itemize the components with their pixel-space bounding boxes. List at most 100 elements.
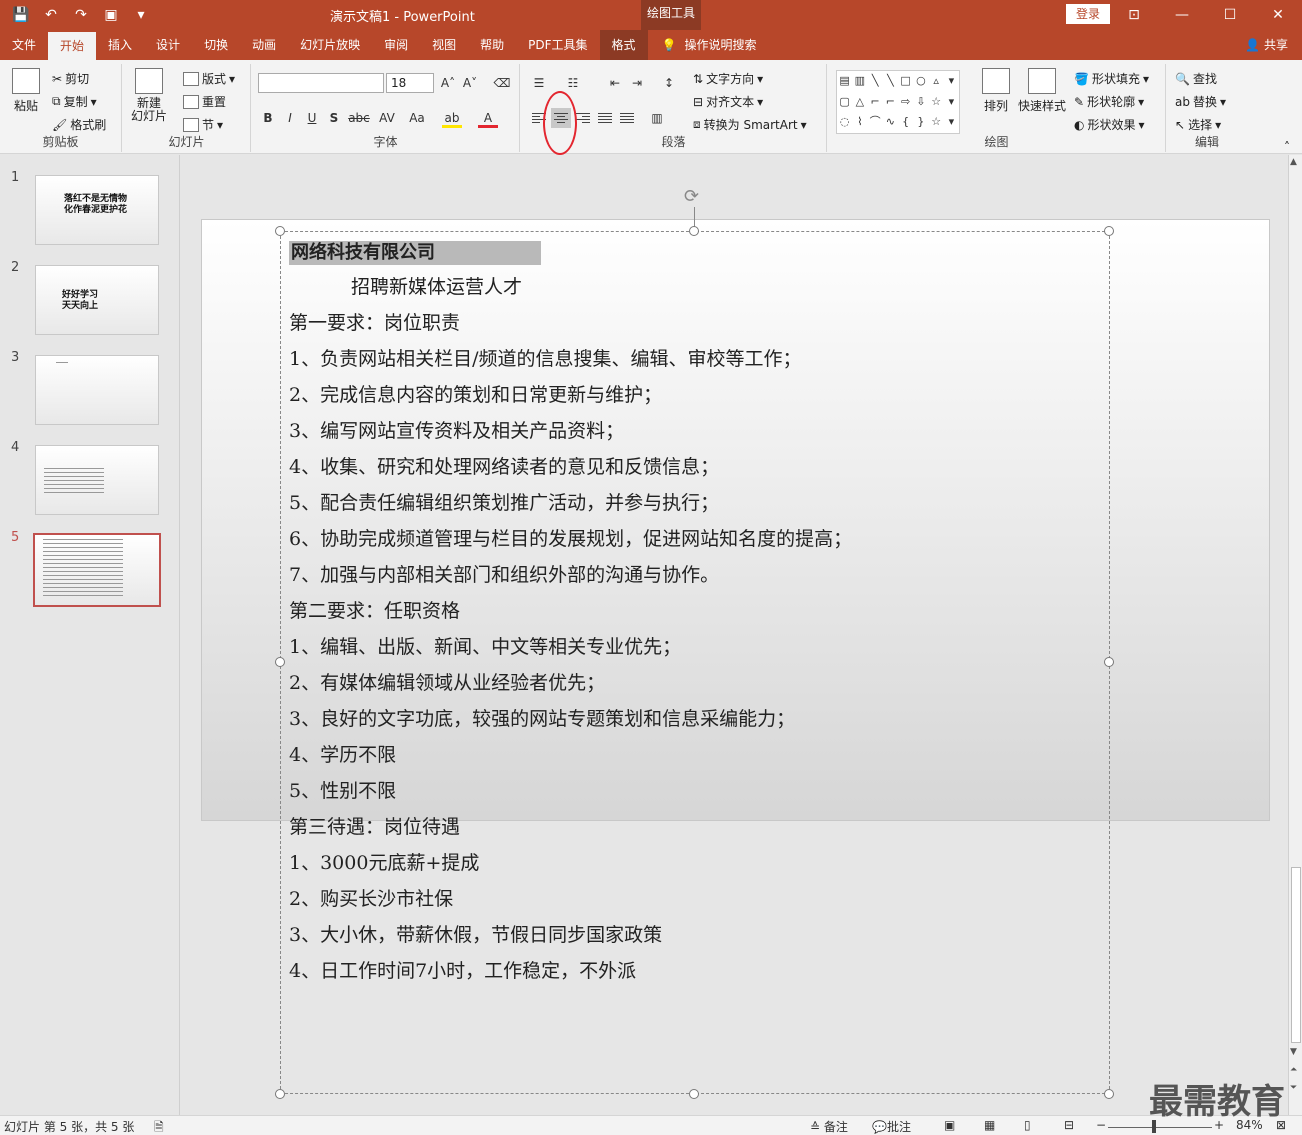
- numbering-icon[interactable]: ☷: [563, 73, 583, 93]
- shapes-gallery[interactable]: ▤ ▥ ╲ ╲ □ ○ ▵ ▾ ▢ △ ⌐ ⌐ ⇨ ⇩ ☆ ▾ ◌ ⌇ ⌒ ∿{} ☆ ▾: [836, 70, 960, 134]
- format-painter-button[interactable]: 🖌 格式刷: [52, 116, 106, 133]
- text-direction-button[interactable]: ⇅ 文字方向 ▾: [693, 70, 763, 87]
- font-name-combo[interactable]: [258, 73, 384, 93]
- tab-view[interactable]: 视图: [420, 30, 468, 60]
- vertical-scrollbar[interactable]: ▲ ▼ ⏶ ⏷: [1288, 155, 1302, 1115]
- login-button[interactable]: 登录: [1066, 4, 1110, 24]
- resize-handle[interactable]: [275, 1089, 285, 1099]
- section-button[interactable]: 节 ▾: [183, 116, 223, 133]
- scroll-down-icon[interactable]: ▼: [1290, 1047, 1297, 1057]
- slide-thumbnail-1[interactable]: 落红不是无情物 化作春泥更护花: [35, 175, 159, 245]
- tab-slideshow[interactable]: 幻灯片放映: [288, 30, 372, 60]
- ribbon-display-options-icon[interactable]: ⊡: [1110, 0, 1158, 30]
- underline-button[interactable]: U: [302, 108, 322, 128]
- thumb-number: 4: [11, 440, 20, 455]
- tab-pdf-tools[interactable]: PDF工具集: [516, 30, 599, 60]
- normal-view-icon[interactable]: ▣: [944, 1118, 955, 1132]
- close-icon[interactable]: ✕: [1254, 0, 1302, 30]
- share-button[interactable]: 👤 共享: [1245, 30, 1288, 60]
- text-box-content[interactable]: 网络科技有限公司 招聘新媒体运营人才 第一要求：岗位职责 1、负责网站相关栏目/…: [289, 235, 852, 989]
- cut-button[interactable]: ✂ 剪切: [52, 70, 89, 87]
- tab-animations[interactable]: 动画: [240, 30, 288, 60]
- line-spacing-icon[interactable]: ↕: [659, 73, 679, 93]
- shape-fill-button[interactable]: 🪣 形状填充 ▾: [1074, 70, 1149, 87]
- slide-thumbnail-3[interactable]: [35, 355, 159, 425]
- tab-help[interactable]: 帮助: [468, 30, 516, 60]
- font-color-icon[interactable]: A: [478, 108, 498, 128]
- bold-button[interactable]: B: [258, 108, 278, 128]
- quick-styles-button[interactable]: 快速样式: [1018, 68, 1066, 114]
- tab-format[interactable]: 格式: [599, 30, 648, 60]
- select-button[interactable]: ↖ 选择 ▾: [1175, 116, 1221, 133]
- reset-button[interactable]: 重置: [183, 93, 226, 110]
- collapse-ribbon-icon[interactable]: ˄: [1284, 140, 1290, 154]
- columns-icon[interactable]: ▥: [647, 108, 667, 128]
- rotate-handle-icon[interactable]: ⟳: [684, 186, 699, 207]
- tab-transitions[interactable]: 切换: [192, 30, 240, 60]
- zoom-slider[interactable]: [1108, 1127, 1212, 1128]
- new-slide-button[interactable]: 新建 幻灯片: [131, 68, 167, 123]
- slide-thumbnail-4[interactable]: [35, 445, 159, 515]
- resize-handle[interactable]: [1104, 226, 1114, 236]
- tell-me-search[interactable]: 💡 操作说明搜索: [662, 30, 757, 60]
- reading-view-icon[interactable]: ▯: [1024, 1118, 1031, 1132]
- resize-handle[interactable]: [275, 657, 285, 667]
- shadow-button[interactable]: S: [324, 108, 344, 128]
- body-line: 2、有媒体编辑领域从业经验者优先；: [289, 672, 606, 694]
- previous-slide-icon[interactable]: ⏶: [1290, 1065, 1297, 1075]
- character-spacing-button[interactable]: AV: [374, 108, 400, 128]
- shape-outline-button[interactable]: ✎ 形状轮廓 ▾: [1074, 93, 1144, 110]
- slide-sorter-icon[interactable]: ▦: [984, 1118, 995, 1132]
- arrange-button[interactable]: 排列: [982, 68, 1010, 114]
- scroll-up-icon[interactable]: ▲: [1290, 157, 1297, 167]
- change-case-button[interactable]: Aa: [404, 108, 430, 128]
- copy-button[interactable]: ⧉ 复制 ▾: [52, 93, 97, 110]
- highlight-color-icon[interactable]: ab: [442, 108, 462, 128]
- slideshow-view-icon[interactable]: ⊟: [1064, 1118, 1074, 1132]
- redo-icon[interactable]: ↷: [68, 3, 94, 27]
- find-button[interactable]: 🔍 查找: [1175, 70, 1217, 87]
- save-icon[interactable]: 💾: [8, 3, 34, 27]
- italic-button[interactable]: I: [280, 108, 300, 128]
- replace-button[interactable]: ab 替换 ▾: [1175, 93, 1226, 110]
- strikethrough-button[interactable]: abc: [346, 108, 372, 128]
- arrange-icon: [982, 68, 1010, 94]
- undo-icon[interactable]: ↶: [38, 3, 64, 27]
- slide-thumbnail-2[interactable]: 好好学习 天天向上: [35, 265, 159, 335]
- tab-design[interactable]: 设计: [144, 30, 192, 60]
- zoom-out-icon[interactable]: −: [1096, 1118, 1106, 1132]
- bullets-icon[interactable]: ☰: [529, 73, 549, 93]
- spell-check-icon[interactable]: 🗎: [154, 1118, 164, 1135]
- next-slide-icon[interactable]: ⏷: [1290, 1083, 1297, 1093]
- font-size-combo[interactable]: 18: [386, 73, 434, 93]
- tab-review[interactable]: 审阅: [372, 30, 420, 60]
- slide-position-text: 幻灯片 第 5 张，共 5 张: [4, 1120, 135, 1134]
- slide-thumbnail-5[interactable]: [33, 533, 161, 607]
- maximize-icon[interactable]: ☐: [1206, 0, 1254, 30]
- comments-button[interactable]: 💬批注: [872, 1118, 911, 1135]
- increase-indent-icon[interactable]: ⇥: [627, 73, 647, 93]
- resize-handle[interactable]: [275, 226, 285, 236]
- align-text-button[interactable]: ⊟ 对齐文本 ▾: [693, 93, 763, 110]
- scrollbar-thumb[interactable]: [1291, 867, 1301, 1043]
- convert-smartart-button[interactable]: ⧈ 转换为 SmartArt ▾: [693, 116, 807, 133]
- slideshow-from-start-icon[interactable]: ▣: [98, 3, 124, 27]
- customize-qat-icon[interactable]: ▾: [128, 3, 154, 27]
- shrink-font-icon[interactable]: A˅: [460, 73, 480, 93]
- grow-font-icon[interactable]: A˄: [438, 73, 458, 93]
- notes-button[interactable]: ≙ 备注: [810, 1118, 848, 1135]
- justify-icon[interactable]: [595, 108, 615, 128]
- tab-insert[interactable]: 插入: [96, 30, 144, 60]
- layout-button[interactable]: 版式 ▾: [183, 70, 235, 87]
- minimize-icon[interactable]: —: [1158, 0, 1206, 30]
- clear-formatting-icon[interactable]: ⌫: [492, 73, 512, 93]
- distributed-icon[interactable]: [617, 108, 637, 128]
- shape-effects-button[interactable]: ◐ 形状效果 ▾: [1074, 116, 1145, 133]
- resize-handle[interactable]: [689, 1089, 699, 1099]
- paste-button[interactable]: 粘贴: [12, 68, 40, 114]
- resize-handle[interactable]: [1104, 657, 1114, 667]
- tab-file[interactable]: 文件: [0, 30, 48, 60]
- decrease-indent-icon[interactable]: ⇤: [605, 73, 625, 93]
- tab-home[interactable]: 开始: [48, 32, 97, 60]
- resize-handle[interactable]: [1104, 1089, 1114, 1099]
